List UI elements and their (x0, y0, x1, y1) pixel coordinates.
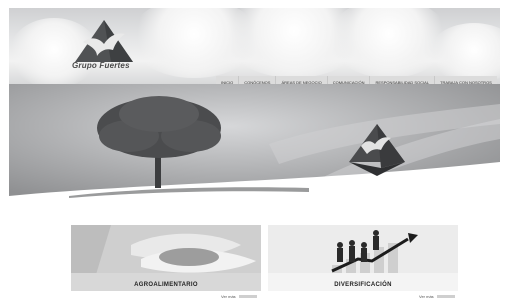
panel-agroalimentario[interactable]: AGROALIMENTARIO (71, 225, 261, 291)
panel-diversificacion[interactable]: DIVERSIFICACIÓN (268, 225, 458, 291)
cloud-decoration (429, 23, 500, 83)
ver-mas-link[interactable]: Ver más (221, 294, 257, 299)
nav-item-trabaja-con-nosotros[interactable]: Trabaja con nosotros (435, 76, 497, 84)
business-areas: AGROALIMENTARIO Ver más DIVERSIFICACIÓN (0, 216, 507, 299)
panel-label: AGROALIMENTARIO (134, 282, 198, 288)
nav-item-responsabilidad-social[interactable]: Responsabilidad social (370, 76, 436, 84)
nav-item-conocenos[interactable]: Conócenos (239, 76, 277, 84)
nav-item-comunicacion[interactable]: Comunicación (328, 76, 371, 84)
nav-item-inicio[interactable]: Inicio (216, 76, 240, 84)
brand-name[interactable]: Grupo Fuertes (72, 61, 130, 70)
hero-banner (9, 84, 500, 205)
link-bar (238, 295, 257, 299)
header-banner: Grupo Fuertes Inicio Conócenos Áreas de … (9, 8, 500, 84)
nav-item-areas-de-negocio[interactable]: Áreas de negocio (276, 76, 328, 84)
ver-mas-label: Ver más (419, 294, 434, 299)
main-navigation: Inicio Conócenos Áreas de negocio Comuni… (216, 76, 497, 84)
hero-illustration (9, 84, 500, 205)
link-bar (436, 295, 455, 299)
panel-label: DIVERSIFICACIÓN (334, 282, 392, 288)
ver-mas-link[interactable]: Ver más (419, 294, 455, 299)
ver-mas-label: Ver más (221, 294, 236, 299)
